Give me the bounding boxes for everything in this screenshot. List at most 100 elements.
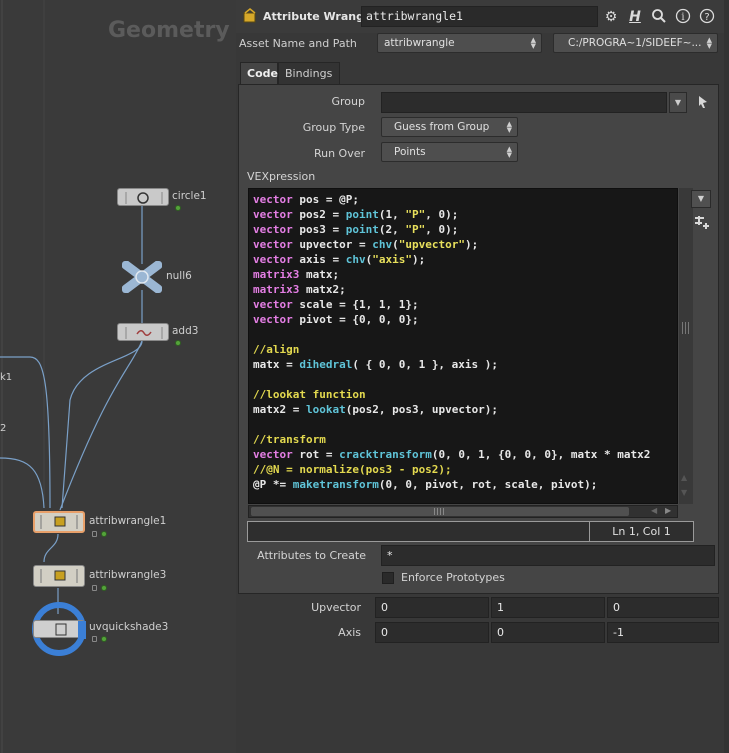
code-line[interactable]: vector pos2 = point(1, "P", 0);: [253, 207, 650, 222]
editor-menu-dropdown[interactable]: ▼: [691, 190, 711, 208]
code-line[interactable]: //@N = normalize(pos3 - pos2);: [253, 462, 650, 477]
lock-icon: [92, 531, 97, 537]
question-icon[interactable]: ?: [698, 8, 716, 26]
node-add3[interactable]: [117, 323, 169, 341]
code-line[interactable]: vector pos = @P;: [253, 192, 650, 207]
asset-name-dropdown[interactable]: attribwrangle ▲ ▼: [377, 33, 542, 53]
node-name-input[interactable]: attribwrangle1: [361, 6, 598, 27]
axis-y-input[interactable]: 0: [491, 622, 605, 643]
code-line[interactable]: matx = dihedral( { 0, 0, 1 }, axis );: [253, 357, 650, 372]
info-icon[interactable]: i: [674, 8, 692, 26]
svg-text:i: i: [681, 12, 684, 23]
code-line[interactable]: matrix3 matx2;: [253, 282, 650, 297]
uvquickshade-body[interactable]: [33, 620, 86, 639]
run-over-dropdown[interactable]: Points ▲ ▼: [381, 142, 518, 162]
offscreen-node-label: k1: [0, 372, 13, 383]
node-attribwrangle3[interactable]: [33, 565, 85, 587]
axis-x-input[interactable]: 0: [375, 622, 489, 643]
code-line[interactable]: //align: [253, 342, 650, 357]
code-line[interactable]: [253, 327, 650, 342]
display-flag-icon: [175, 340, 181, 346]
group-type-dropdown[interactable]: Guess from Group ▲ ▼: [381, 117, 518, 137]
code-line[interactable]: [253, 417, 650, 432]
node-attribwrangle1[interactable]: [33, 511, 85, 533]
group-input[interactable]: [381, 92, 667, 113]
cursor-position: Ln 1, Col 1: [589, 522, 693, 541]
tab-code[interactable]: Code: [240, 62, 278, 84]
wrangle-icon: [40, 569, 78, 583]
node-label-attribwrangle1: attribwrangle1: [89, 515, 167, 527]
code-line[interactable]: //transform: [253, 432, 650, 447]
upvector-label: Upvector: [311, 601, 361, 614]
scroll-down-icon[interactable]: ▼: [681, 488, 687, 497]
code-line[interactable]: [253, 372, 650, 387]
circle-icon: [125, 192, 163, 204]
display-flag-icon: [175, 205, 181, 211]
code-line[interactable]: vector pivot = {0, 0, 0};: [253, 312, 650, 327]
null-cross-icon: [122, 261, 162, 293]
upvector-y-input[interactable]: 1: [491, 597, 605, 618]
search-icon[interactable]: [650, 8, 668, 26]
scroll-left-icon[interactable]: ◀: [651, 506, 657, 515]
scroll-right-icon[interactable]: ▶: [665, 506, 671, 515]
tab-bindings[interactable]: Bindings: [278, 62, 340, 84]
group-label: Group: [331, 95, 366, 108]
node-type-name: Attribute Wrangle: [263, 10, 376, 23]
display-flag-icon: [101, 585, 107, 591]
node-null6[interactable]: [122, 261, 162, 293]
display-flag-icon: [101, 531, 107, 537]
code-line[interactable]: matrix3 matx;: [253, 267, 650, 282]
asset-path-dropdown[interactable]: C:/PROGRA~1/SIDEEF~... ▲ ▼: [553, 33, 718, 53]
asset-path-value: C:/PROGRA~1/SIDEEF~...: [568, 37, 702, 49]
updown-arrow-icon: ▲ ▼: [706, 36, 712, 50]
scroll-up-icon[interactable]: ▲: [681, 473, 687, 482]
upvector-z-input[interactable]: 0: [607, 597, 719, 618]
network-editor[interactable]: Geometry circle1 null6 add3 k1 2 attribw…: [0, 0, 236, 753]
code-line[interactable]: vector scale = {1, 1, 1};: [253, 297, 650, 312]
node-label-add3: add3: [172, 325, 199, 337]
enforce-prototypes-checkbox[interactable]: [382, 572, 394, 584]
attributes-to-create-input[interactable]: *: [381, 545, 715, 566]
lock-icon: [92, 636, 97, 642]
pane-right-border: [724, 0, 729, 753]
parameter-pane: Attribute Wrangle attribwrangle1 ⚙ H i ?…: [236, 0, 729, 753]
upvector-x-input[interactable]: 0: [375, 597, 489, 618]
asset-name-path-label: Asset Name and Path: [239, 37, 357, 50]
code-horizontal-scrollbar[interactable]: ◀ ▶: [248, 505, 678, 518]
add-spare-parameters-icon[interactable]: [694, 214, 710, 230]
code-vertical-scrollbar[interactable]: ▲ ▼: [679, 188, 693, 504]
grip-icon: [434, 508, 446, 515]
vex-code-text[interactable]: vector pos = @P; vector pos2 = point(1, "…: [253, 192, 650, 492]
code-line[interactable]: @P *= maketransform(0, 0, pivot, rot, sc…: [253, 477, 650, 492]
code-line[interactable]: //lookat function: [253, 387, 650, 402]
code-line[interactable]: vector pos3 = point(2, "P", 0);: [253, 222, 650, 237]
code-tab-panel: Group ▼ Group Type Guess from Group ▲ ▼ R…: [238, 84, 719, 594]
lock-icon: [92, 585, 97, 591]
axis-z-input[interactable]: -1: [607, 622, 719, 643]
node-label-attribwrangle3: attribwrangle3: [89, 569, 167, 581]
code-line[interactable]: vector axis = chv("axis");: [253, 252, 650, 267]
wrangle-node-icon[interactable]: [242, 8, 260, 24]
offscreen-node-label: 2: [0, 423, 7, 434]
gear-icon[interactable]: ⚙: [602, 8, 620, 26]
node-label-circle1: circle1: [172, 190, 207, 202]
updown-arrow-icon: ▲ ▼: [530, 36, 536, 50]
group-dropdown-arrow[interactable]: ▼: [669, 92, 687, 113]
updown-arrow-icon: ▲ ▼: [506, 145, 512, 159]
group-type-label: Group Type: [302, 121, 365, 134]
resize-grip-icon[interactable]: [682, 322, 690, 334]
uv-shade-icon: [55, 621, 86, 639]
select-arrow-icon[interactable]: [697, 95, 709, 109]
code-line[interactable]: vector rot = cracktransform(0, 0, 1, {0,…: [253, 447, 650, 462]
node-circle1[interactable]: [117, 188, 169, 206]
node-label-uvquickshade3: uvquickshade3: [89, 621, 169, 633]
help-h-icon[interactable]: H: [626, 8, 644, 26]
code-line[interactable]: vector upvector = chv("upvector");: [253, 237, 650, 252]
wrangle-icon: [40, 515, 78, 529]
code-line[interactable]: matx2 = lookat(pos2, pos3, upvector);: [253, 402, 650, 417]
parameter-header: Attribute Wrangle attribwrangle1 ⚙ H i ?: [236, 0, 729, 33]
updown-arrow-icon: ▲ ▼: [506, 120, 512, 134]
run-over-label: Run Over: [313, 147, 365, 160]
display-flag-icon: [101, 636, 107, 642]
vex-code-editor[interactable]: vector pos = @P; vector pos2 = point(1, "…: [248, 188, 678, 504]
